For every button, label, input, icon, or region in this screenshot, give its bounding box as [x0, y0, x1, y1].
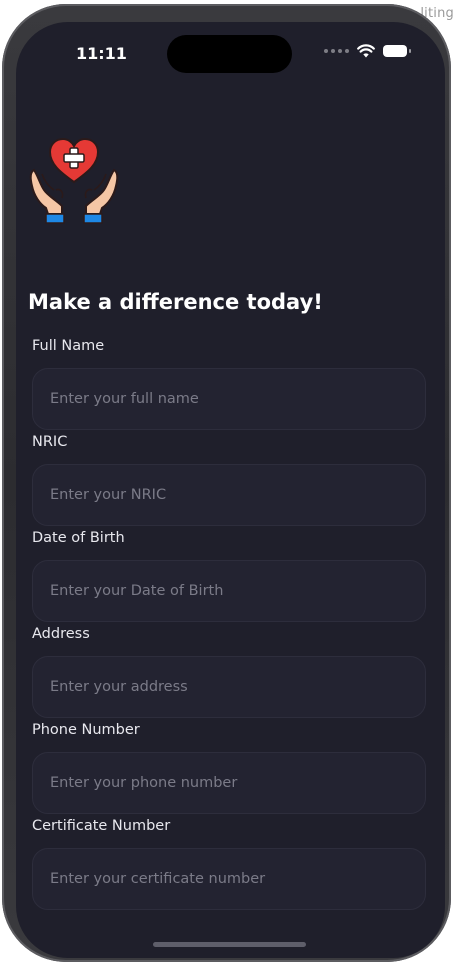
date-of-birth-input[interactable] — [32, 560, 426, 622]
address-label: Address — [32, 626, 90, 642]
nric-label: NRIC — [32, 434, 68, 450]
wifi-icon — [357, 44, 375, 58]
page-headline: Make a difference today! — [28, 290, 323, 314]
phone-frame: 11:11 Make a difference today! Full Name… — [2, 4, 451, 962]
nric-input[interactable] — [32, 464, 426, 526]
app-screen: 11:11 Make a difference today! Full Name… — [16, 22, 445, 958]
status-indicators — [324, 44, 411, 58]
hands-holding-heart-medical-icon — [29, 137, 119, 224]
cellular-signal-icon — [324, 49, 349, 53]
date-of-birth-label: Date of Birth — [32, 530, 125, 546]
battery-icon — [383, 45, 411, 57]
phone-number-label: Phone Number — [32, 722, 140, 738]
full-name-input[interactable] — [32, 368, 426, 430]
certificate-number-input[interactable] — [32, 848, 426, 910]
dynamic-island — [167, 35, 292, 73]
certificate-number-label: Certificate Number — [32, 818, 171, 834]
home-indicator[interactable] — [153, 942, 306, 947]
status-time: 11:11 — [76, 44, 127, 63]
full-name-label: Full Name — [32, 338, 105, 354]
address-input[interactable] — [32, 656, 426, 718]
phone-number-input[interactable] — [32, 752, 426, 814]
